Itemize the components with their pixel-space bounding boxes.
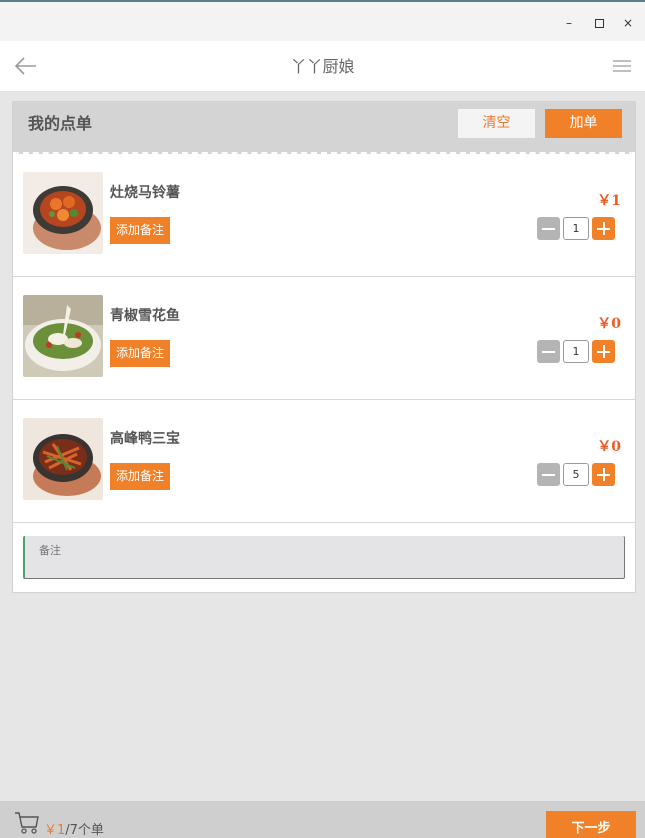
footer-bar: ￥1/7个单 下一步 [0,801,645,838]
decrease-quantity-button[interactable] [537,217,560,240]
quantity-value[interactable]: 5 [563,463,589,486]
dish-name: 青椒雪花鱼 [110,308,180,324]
order-total: ￥1/7个单 [44,819,104,838]
dish-price: ￥0 [597,316,621,332]
menu-button[interactable] [613,58,631,74]
clear-button[interactable]: 清空 [458,109,535,138]
order-item: 灶烧马铃薯 添加备注 ￥1 1 [13,154,635,277]
remark-input[interactable] [23,536,625,579]
cart-icon [15,812,39,834]
close-button[interactable]: × [619,14,637,32]
dish-image-duck [23,418,103,500]
decrease-quantity-button[interactable] [537,463,560,486]
increase-quantity-button[interactable] [592,217,615,240]
quantity-value[interactable]: 1 [563,340,589,363]
order-card: 我的点单 清空 加单 灶烧马铃薯 添加备注 ￥1 1 青椒雪花鱼 添加备注 ￥0… [12,101,636,593]
add-note-button[interactable]: 添加备注 [110,463,170,490]
app-header: 丫丫厨娘 [0,41,645,92]
order-item: 高峰鸭三宝 添加备注 ￥0 5 [13,400,635,523]
add-note-button[interactable]: 添加备注 [110,217,170,244]
increase-quantity-button[interactable] [592,340,615,363]
window-titlebar: – × [0,0,645,41]
add-order-button[interactable]: 加单 [545,109,622,138]
quantity-value[interactable]: 1 [563,217,589,240]
order-title: 我的点单 [28,114,93,133]
dish-price: ￥1 [597,193,621,209]
dish-price: ￥0 [597,439,621,455]
dish-name: 高峰鸭三宝 [110,431,180,447]
maximize-icon [594,19,604,28]
dish-name: 灶烧马铃薯 [110,185,180,201]
total-amount: ￥1 [44,823,66,838]
increase-quantity-button[interactable] [592,463,615,486]
dish-image-potato [23,172,103,254]
minimize-button[interactable]: – [560,14,578,32]
add-note-button[interactable]: 添加备注 [110,340,170,367]
order-card-header: 我的点单 清空 加单 [13,102,635,154]
cart-button[interactable] [14,811,40,835]
maximize-button[interactable] [590,14,608,32]
hamburger-icon [613,60,631,72]
next-step-button[interactable]: 下一步 [546,811,636,838]
decrease-quantity-button[interactable] [537,340,560,363]
order-count: /7个单 [65,823,104,838]
app-title: 丫丫厨娘 [290,57,355,76]
dish-image-fish [23,295,103,377]
order-item: 青椒雪花鱼 添加备注 ￥0 1 [13,277,635,400]
